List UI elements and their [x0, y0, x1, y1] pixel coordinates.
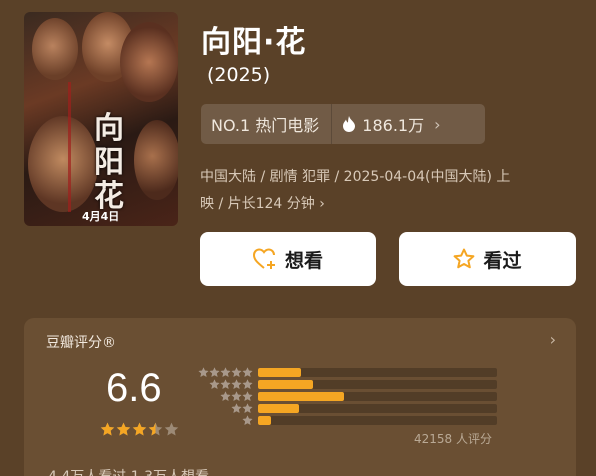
- distribution-track: [258, 379, 497, 389]
- rating-card[interactable]: 豆瓣评分® › 6.6 42158 人评分: [24, 318, 576, 476]
- distribution-bar: [258, 391, 345, 401]
- distribution-track: [258, 404, 497, 414]
- distribution-row: [196, 378, 497, 390]
- watched-button[interactable]: 看过: [399, 232, 576, 286]
- small-star-icon: [242, 391, 253, 401]
- poster-decoration: [68, 82, 71, 212]
- small-star-icon: [242, 403, 253, 414]
- distribution-row: [196, 366, 497, 378]
- rating-star-icon: [100, 422, 115, 436]
- rating-score: 6.6: [106, 366, 162, 410]
- poster-date: 4月4日: [82, 210, 120, 223]
- distribution-bar: [258, 416, 272, 426]
- heart-plus-icon: [252, 248, 275, 269]
- small-star-icon: [209, 367, 220, 377]
- small-star-icon: [220, 367, 231, 377]
- small-star-icon: [220, 391, 231, 401]
- distribution-row: [196, 390, 497, 402]
- movie-poster[interactable]: 向阳花 4月4日: [24, 12, 178, 226]
- distribution-row: [196, 415, 497, 427]
- movie-year: (2025): [207, 64, 271, 86]
- star-outline-icon: [454, 248, 475, 269]
- want-to-watch-button[interactable]: 想看: [200, 232, 376, 286]
- small-star-icon: [198, 367, 209, 377]
- star-level: [196, 379, 253, 390]
- distribution-bar: [258, 367, 302, 377]
- small-star-icon: [242, 379, 253, 389]
- watch-stats: 4.4万人看过 1.3万人想看: [48, 466, 209, 476]
- meta-line: 中国大陆 / 剧情 犯罪 / 2025-04-04(中国大陆) 上: [200, 169, 511, 185]
- rating-distribution: [196, 366, 497, 427]
- distribution-track: [258, 367, 497, 377]
- heat-text: 186.1万: [362, 116, 425, 135]
- movie-title: 向阳·花: [201, 25, 307, 60]
- small-star-icon: [231, 367, 242, 377]
- small-star-icon: [209, 379, 220, 389]
- small-star-icon: [231, 391, 242, 401]
- heat-value: 186.1万: [332, 112, 424, 136]
- star-level: [196, 367, 253, 378]
- chevron-right-icon: ›: [434, 114, 441, 134]
- small-star-icon: [242, 367, 253, 377]
- rating-count: 42158 人评分: [414, 432, 492, 446]
- flame-icon: [343, 116, 356, 132]
- star-level: [196, 403, 253, 414]
- rating-star-icon: [164, 422, 179, 436]
- small-star-icon: [242, 415, 253, 426]
- meta-line: 映 / 片长124 分钟: [200, 196, 315, 212]
- small-star-icon: [220, 379, 231, 389]
- distribution-bar: [258, 404, 299, 414]
- poster-title-art: 向阳花: [94, 111, 124, 214]
- watched-label: 看过: [483, 249, 522, 272]
- chevron-right-icon: ›: [319, 196, 325, 212]
- star-level: [196, 415, 253, 426]
- small-star-icon: [231, 379, 242, 389]
- rating-star-icon: [132, 422, 147, 436]
- poster-face: [120, 22, 178, 102]
- meta-line-2: 映 / 片长124 分钟 ›: [200, 191, 580, 218]
- distribution-row: [196, 403, 497, 415]
- distribution-track: [258, 416, 497, 426]
- small-star-icon: [231, 403, 242, 414]
- rating-stars: [100, 422, 179, 437]
- distribution-bar: [258, 379, 313, 389]
- rank-label: NO.1 热门电影: [211, 116, 320, 135]
- want-to-watch-label: 想看: [284, 249, 323, 272]
- rating-title: 豆瓣评分®: [46, 335, 116, 351]
- rating-star-icon: [148, 422, 163, 436]
- poster-face: [32, 18, 78, 80]
- poster-face: [28, 116, 98, 212]
- poster-face: [134, 120, 178, 200]
- distribution-track: [258, 391, 497, 401]
- rank-pill[interactable]: NO.1 热门电影 186.1万 ›: [201, 104, 485, 144]
- chevron-right-icon: ›: [549, 330, 556, 349]
- movie-meta[interactable]: 中国大陆 / 剧情 犯罪 / 2025-04-04(中国大陆) 上 映 / 片长…: [200, 164, 580, 218]
- star-level: [196, 391, 253, 402]
- rating-star-icon: [116, 422, 131, 436]
